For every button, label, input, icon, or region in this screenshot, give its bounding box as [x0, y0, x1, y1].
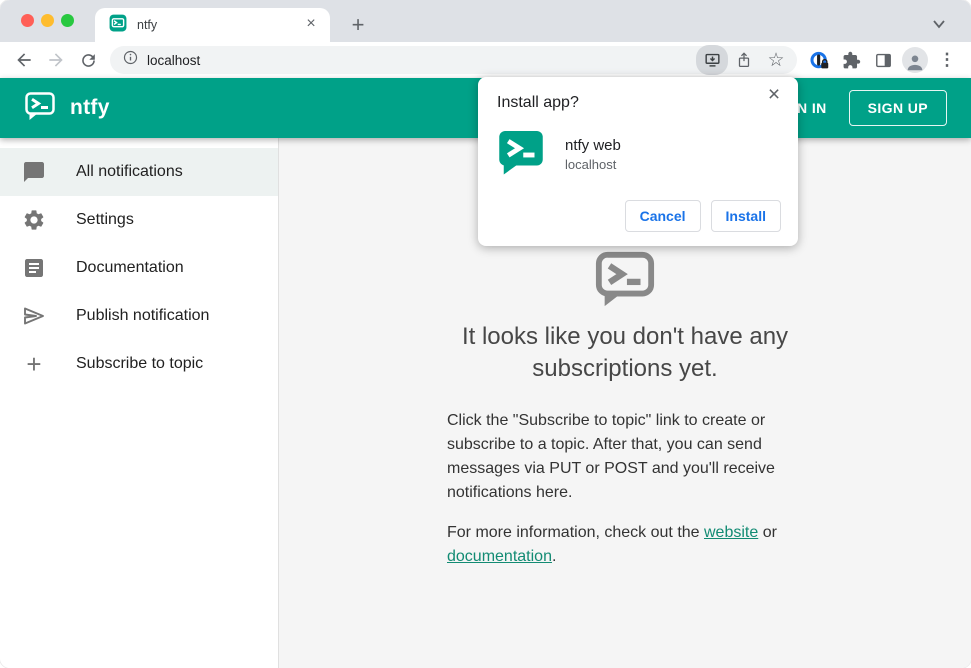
bookmark-star-icon[interactable]: ☆	[760, 45, 792, 75]
dialog-app-info: ntfy web localhost	[565, 137, 621, 172]
ntfy-logo-icon	[24, 90, 56, 127]
sidebar-item-settings[interactable]: Settings	[0, 196, 278, 244]
sign-up-button[interactable]: SIGN UP	[848, 90, 947, 126]
gear-icon	[22, 208, 46, 232]
extension-privacy-icon[interactable]	[803, 45, 835, 75]
tab-favicon-ntfy-icon	[109, 14, 127, 37]
empty-state-more-info: For more information, check out the webs…	[447, 524, 777, 565]
ntfy-terminal-icon	[415, 248, 835, 315]
browser-menu-icon[interactable]: ⋮	[931, 45, 963, 75]
tab-strip: ntfy × +	[0, 0, 971, 42]
install-app-dialog: × Install app? ntfy web localhost Cancel…	[478, 77, 798, 246]
sidebar-item-label: Subscribe to topic	[76, 355, 204, 372]
browser-toolbar: localhost ☆ ⋮	[0, 42, 971, 78]
send-icon	[22, 304, 46, 328]
sidebar-item-label: All notifications	[76, 163, 183, 180]
chat-bubble-icon	[22, 160, 46, 184]
sidebar-item-all-notifications[interactable]: All notifications	[0, 148, 278, 196]
site-info-icon[interactable]	[122, 49, 139, 71]
sidebar-item-documentation[interactable]: Documentation	[0, 244, 278, 292]
ntfy-app-icon	[497, 128, 545, 181]
dialog-title: Install app?	[497, 94, 579, 111]
url-text[interactable]: localhost	[147, 53, 696, 68]
sidebar: All notifications Settings Documentation…	[0, 138, 279, 668]
sidebar-item-label: Documentation	[76, 259, 184, 276]
tab-search-chevron-icon[interactable]	[931, 17, 947, 35]
close-window-button[interactable]	[21, 14, 34, 27]
dialog-app-name: ntfy web	[565, 137, 621, 154]
sidebar-item-publish-notification[interactable]: Publish notification	[0, 292, 278, 340]
extensions-puzzle-icon[interactable]	[835, 45, 867, 75]
brand: ntfy	[24, 90, 110, 127]
browser-tab[interactable]: ntfy ×	[95, 8, 330, 42]
website-link[interactable]: website	[704, 524, 758, 541]
browser-window: ntfy × + localhost ☆ ⋮ ntfy SIGN IN SIGN…	[0, 0, 971, 668]
share-icon[interactable]	[728, 45, 760, 75]
profile-avatar[interactable]	[899, 45, 931, 75]
cancel-button[interactable]: Cancel	[624, 200, 701, 232]
window-controls	[21, 14, 74, 27]
empty-state-heading: It looks like you don't have any subscri…	[461, 323, 789, 382]
address-bar[interactable]: localhost ☆	[110, 45, 797, 75]
zoom-window-button[interactable]	[61, 14, 74, 27]
app-title: ntfy	[70, 96, 110, 119]
documentation-link[interactable]: documentation	[447, 548, 552, 565]
minimize-window-button[interactable]	[41, 14, 54, 27]
dialog-app-origin: localhost	[565, 157, 617, 172]
forward-button[interactable]	[40, 45, 72, 75]
install-app-button[interactable]	[696, 45, 728, 75]
back-button[interactable]	[8, 45, 40, 75]
dialog-app-row: ntfy web localhost	[478, 112, 798, 181]
sidebar-item-subscribe-to-topic[interactable]: + Subscribe to topic	[0, 340, 278, 388]
tab-close-icon[interactable]: ×	[302, 16, 320, 34]
sidebar-item-label: Publish notification	[76, 307, 210, 324]
tab-title: ntfy	[137, 18, 158, 32]
install-button[interactable]: Install	[710, 200, 781, 232]
side-panel-icon[interactable]	[867, 45, 899, 75]
refresh-button[interactable]	[72, 45, 104, 75]
article-icon	[22, 256, 46, 280]
new-tab-button[interactable]: +	[344, 11, 372, 39]
empty-state-description: Click the "Subscribe to topic" link to c…	[447, 412, 775, 501]
sidebar-item-label: Settings	[76, 211, 134, 228]
dialog-close-icon[interactable]: ×	[762, 83, 786, 107]
plus-icon: +	[26, 349, 42, 379]
dialog-actions: Cancel Install	[624, 200, 781, 232]
